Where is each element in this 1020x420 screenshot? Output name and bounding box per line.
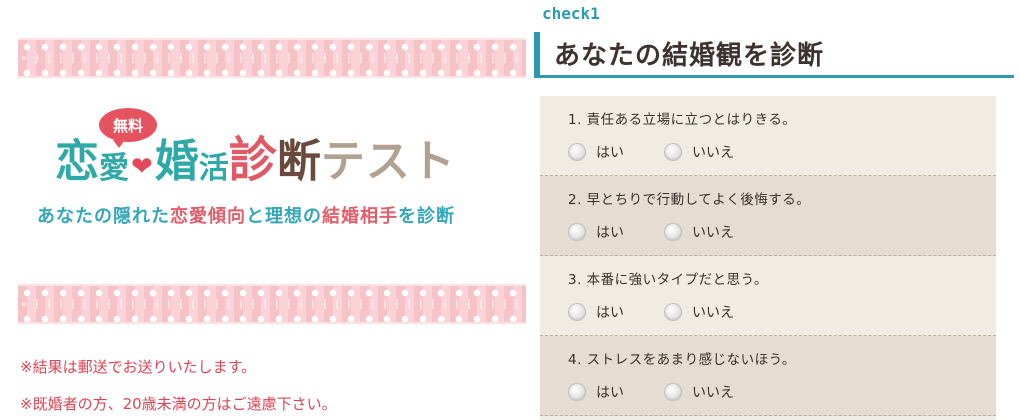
logo-title: 恋愛❤婚活診断テスト xyxy=(55,136,456,184)
option-label: いいえ xyxy=(692,385,734,401)
yes-option[interactable]: はい xyxy=(568,142,624,162)
answer-options: はい いいえ xyxy=(568,222,996,242)
banner-subtitle: あなたの隠れた恋愛傾向と理想の結婚相手を診断 xyxy=(37,206,517,228)
yes-option[interactable]: はい xyxy=(568,222,624,242)
option-label: いいえ xyxy=(692,225,734,241)
check-label: check1 xyxy=(542,4,600,23)
logo-char: テスト xyxy=(320,136,456,187)
answer-options: はい いいえ xyxy=(568,382,996,402)
option-label: いいえ xyxy=(692,305,734,321)
logo-char: 断 xyxy=(276,136,321,187)
lace-border-top xyxy=(18,38,526,78)
option-label: はい xyxy=(596,385,624,401)
subtitle-part: あなたの隠れた xyxy=(37,206,170,227)
no-option[interactable]: いいえ xyxy=(664,382,734,402)
no-option[interactable]: いいえ xyxy=(664,302,734,322)
yes-option[interactable]: はい xyxy=(568,382,624,402)
question-list: 1. 責任ある立場に立つとはりきる。 はい いいえ 2. 早とちりで行動してよく… xyxy=(540,96,996,420)
subtitle-part: 結婚相手 xyxy=(322,206,398,227)
note-eligibility: ※既婚者の方、20歳未満の方はご遠慮下さい。 xyxy=(20,395,337,413)
logo-char: 活 xyxy=(198,151,229,186)
section-title: あなたの結婚観を診断 xyxy=(554,41,825,71)
note-mail: ※結果は郵送でお送りいたします。 xyxy=(20,358,257,376)
question-item: 2. 早とちりで行動してよく後悔する。 はい いいえ xyxy=(540,176,996,256)
option-label: はい xyxy=(596,305,624,321)
radio-button[interactable] xyxy=(568,143,586,161)
section-header: あなたの結婚観を診断 xyxy=(534,32,1014,78)
question-text: 3. 本番に強いタイプだと思う。 xyxy=(568,272,768,288)
radio-button[interactable] xyxy=(568,303,586,321)
question-text: 1. 責任ある立場に立つとはりきる。 xyxy=(568,112,797,128)
radio-button[interactable] xyxy=(664,223,682,241)
radio-button[interactable] xyxy=(664,143,682,161)
heart-icon: ❤ xyxy=(131,152,153,182)
lace-border-bottom xyxy=(18,284,526,324)
no-option[interactable]: いいえ xyxy=(664,142,734,162)
option-label: いいえ xyxy=(692,145,734,161)
test-logo: 無料 恋愛❤婚活診断テスト xyxy=(55,108,515,198)
question-item: 1. 責任ある立場に立つとはりきる。 はい いいえ xyxy=(540,96,996,176)
radio-button[interactable] xyxy=(664,383,682,401)
logo-char: 恋 xyxy=(55,136,99,187)
yes-option[interactable]: はい xyxy=(568,302,624,322)
question-item: 3. 本番に強いタイプだと思う。 はい いいえ xyxy=(540,256,996,336)
logo-char: 愛 xyxy=(99,151,129,186)
question-text: 2. 早とちりで行動してよく後悔する。 xyxy=(568,192,811,208)
option-label: はい xyxy=(596,145,624,161)
subtitle-part: 恋愛傾向 xyxy=(170,206,246,227)
radio-button[interactable] xyxy=(568,223,586,241)
radio-button[interactable] xyxy=(568,383,586,401)
questionnaire-panel: check1 あなたの結婚観を診断 1. 責任ある立場に立つとはりきる。 はい … xyxy=(534,0,1020,420)
logo-char: 診 xyxy=(228,132,277,188)
banner-panel: 無料 恋愛❤婚活診断テスト あなたの隠れた恋愛傾向と理想の結婚相手を診断 ※結果… xyxy=(0,0,540,420)
no-option[interactable]: いいえ xyxy=(664,222,734,242)
answer-options: はい いいえ xyxy=(568,302,996,322)
question-item: 4. ストレスをあまり感じないほう。 はい いいえ xyxy=(540,336,996,416)
answer-options: はい いいえ xyxy=(568,142,996,162)
question-text: 4. ストレスをあまり感じないほう。 xyxy=(568,352,796,368)
subtitle-part: と理想の xyxy=(246,206,322,227)
option-label: はい xyxy=(596,225,624,241)
logo-char: 婚 xyxy=(154,136,199,187)
subtitle-part: を診断 xyxy=(398,206,455,227)
radio-button[interactable] xyxy=(664,303,682,321)
